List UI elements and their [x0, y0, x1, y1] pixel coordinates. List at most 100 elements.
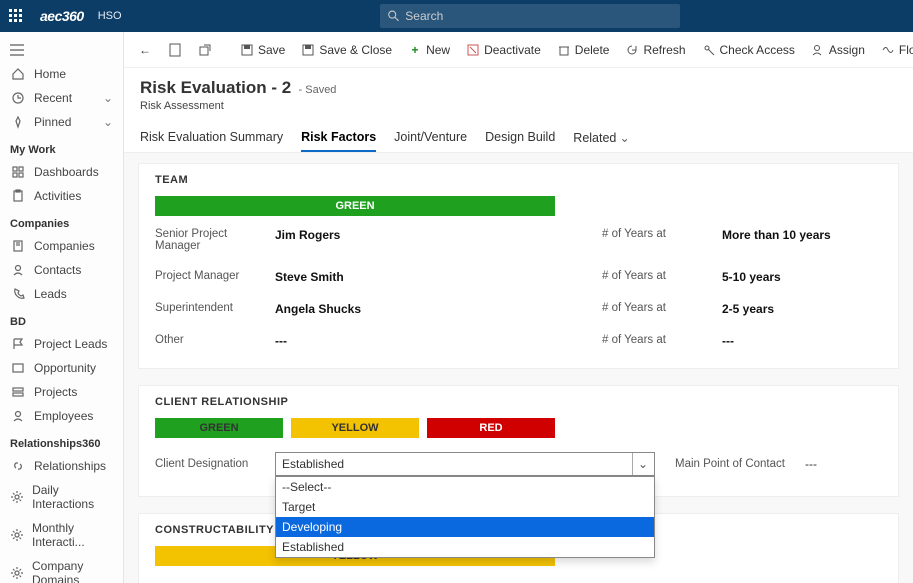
open-record-set-button[interactable] [162, 39, 188, 61]
tab-label: Risk Factors [301, 130, 376, 144]
client-designation-dropdown: --Select--TargetDevelopingEstablished [275, 476, 655, 558]
back-button[interactable]: ← [132, 39, 158, 61]
sidebar-item-home[interactable]: Home [0, 62, 123, 86]
client-designation-label: Client Designation [155, 458, 265, 470]
entity-name: Risk Assessment [140, 100, 897, 112]
building-icon [10, 239, 26, 253]
clock-icon [10, 91, 26, 105]
phone-icon [10, 287, 26, 301]
sidebar-item-label: Contacts [34, 263, 81, 277]
refresh-icon [625, 43, 639, 57]
sidebar-item-leads[interactable]: Leads [0, 282, 123, 306]
sidebar-item-label: Dashboards [34, 165, 99, 179]
flow-button[interactable]: Flow⌄ [875, 39, 913, 61]
gear-icon [10, 490, 24, 504]
pin-icon [10, 115, 26, 129]
dropdown-option[interactable]: Established [276, 537, 654, 557]
years-value[interactable]: 5-10 years [722, 270, 882, 284]
sidebar-group-bd: BD [0, 306, 123, 332]
client-designation-value: Established [282, 457, 344, 471]
status-green: GREEN [155, 418, 283, 438]
client-status-bars: GREEN YELLOW RED [155, 418, 555, 438]
sidebar-item-opportunity[interactable]: Opportunity [0, 356, 123, 380]
tab-label: Joint/Venture [394, 130, 467, 144]
search-input[interactable] [405, 9, 672, 23]
refresh-button[interactable]: Refresh [619, 39, 691, 61]
client-designation-combo[interactable]: Established ⌄ --Select--TargetDeveloping… [275, 452, 655, 476]
years-label: # of Years at [602, 228, 712, 240]
team-section: TEAM GREEN Senior Project ManagerJim Rog… [138, 163, 899, 369]
tab-related[interactable]: Related⌄ [573, 124, 630, 152]
trash-icon [557, 43, 571, 57]
chevron-down-icon: ⌄ [103, 115, 113, 129]
sidebar-item-dashboards[interactable]: Dashboards [0, 160, 123, 184]
dashboard-icon [10, 165, 26, 179]
deactivate-button[interactable]: Deactivate [460, 39, 547, 61]
sidebar-toggle[interactable] [0, 38, 123, 62]
sidebar-item-pinned[interactable]: Pinned ⌄ [0, 110, 123, 134]
gear-icon [10, 566, 24, 580]
sidebar-item-project-leads[interactable]: Project Leads [0, 332, 123, 356]
dropdown-option[interactable]: --Select-- [276, 477, 654, 497]
sidebar-item-label: Activities [34, 189, 81, 203]
save-button[interactable]: Save [234, 39, 291, 61]
dropdown-option[interactable]: Target [276, 497, 654, 517]
field-value[interactable]: Steve Smith [275, 270, 475, 284]
sidebar-item-label: Leads [34, 287, 67, 301]
years-label: # of Years at [602, 334, 712, 346]
sidebar-item-company-domains[interactable]: Company Domains [0, 554, 123, 583]
dropdown-option[interactable]: Developing [276, 517, 654, 537]
sidebar-group-companies: Companies [0, 208, 123, 234]
field-value[interactable]: --- [275, 334, 475, 348]
sidebar-item-employees[interactable]: Employees [0, 404, 123, 428]
field-label: Superintendent [155, 302, 265, 314]
tab-risk-evaluation-summary[interactable]: Risk Evaluation Summary [140, 124, 283, 152]
sidebar-item-companies[interactable]: Companies [0, 234, 123, 258]
sidebar-group-relationships360: Relationships360 [0, 428, 123, 454]
tab-design-build[interactable]: Design Build [485, 124, 555, 152]
new-button[interactable]: +New [402, 39, 456, 61]
sidebar-item-recent[interactable]: Recent⌄ [0, 86, 123, 110]
main-contact-value: --- [805, 457, 905, 471]
sidebar-item-label: Opportunity [34, 361, 96, 375]
years-value[interactable]: --- [722, 334, 882, 348]
delete-button[interactable]: Delete [551, 39, 616, 61]
stack-icon [10, 385, 26, 399]
chevron-down-icon: ⌄ [103, 91, 113, 105]
check-access-button[interactable]: Check Access [696, 39, 801, 61]
chevron-down-icon: ⌄ [632, 453, 648, 475]
open-new-window-button[interactable] [192, 39, 218, 61]
years-value[interactable]: More than 10 years [722, 228, 882, 242]
years-label: # of Years at [602, 302, 712, 314]
sidebar-item-label: Pinned [34, 115, 71, 129]
save-close-button[interactable]: Save & Close [295, 39, 398, 61]
sidebar-item-label: Relationships [34, 459, 106, 473]
sidebar-item-relationships[interactable]: Relationships [0, 454, 123, 478]
field-value[interactable]: Angela Shucks [275, 302, 475, 316]
sidebar-item-activities[interactable]: Activities [0, 184, 123, 208]
app-launcher[interactable] [0, 9, 32, 23]
client-section: CLIENT RELATIONSHIP GREEN YELLOW RED Cli… [138, 385, 899, 497]
sidebar-item-daily-interactions[interactable]: Daily Interactions [0, 478, 123, 516]
person-icon [10, 263, 26, 277]
status-yellow: YELLOW [291, 418, 419, 438]
sidebar-group-my-work: My Work [0, 134, 123, 160]
sidebar-item-contacts[interactable]: Contacts [0, 258, 123, 282]
sidebar-item-label: Daily Interactions [32, 483, 113, 511]
save-close-icon [301, 43, 315, 57]
years-value[interactable]: 2-5 years [722, 302, 882, 316]
sidebar-item-label: Monthly Interacti... [32, 521, 113, 549]
sidebar-item-label: Home [34, 67, 66, 81]
key-icon [702, 43, 716, 57]
tab-label: Risk Evaluation Summary [140, 130, 283, 144]
sidebar: Home Recent⌄ Pinned ⌄ My Work Dashboards Acti… [0, 32, 124, 583]
status-red: RED [427, 418, 555, 438]
sidebar-item-projects[interactable]: Projects [0, 380, 123, 404]
person-icon [10, 409, 26, 423]
field-value[interactable]: Jim Rogers [275, 228, 475, 242]
tab-joint-venture[interactable]: Joint/Venture [394, 124, 467, 152]
tab-risk-factors[interactable]: Risk Factors [301, 124, 376, 152]
assign-button[interactable]: Assign [805, 39, 871, 61]
global-search[interactable] [380, 4, 680, 28]
sidebar-item-monthly-interacti-[interactable]: Monthly Interacti... [0, 516, 123, 554]
